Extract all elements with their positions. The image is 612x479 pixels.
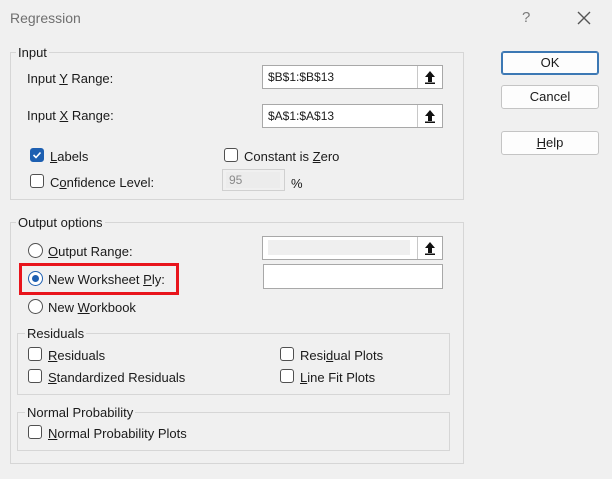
output-options-label: Output options <box>16 215 105 230</box>
line-fit-plots-label: Line Fit Plots <box>300 370 376 385</box>
residuals-label: Residuals <box>48 348 106 363</box>
input-x-range-value: $A$1:$A$13 <box>268 109 335 123</box>
labels-label: Labels <box>50 149 89 164</box>
new-worksheet-ply-label: New Worksheet Ply: <box>48 272 165 287</box>
input-y-range-field[interactable]: $B$1:$B$13 <box>262 65 443 89</box>
ok-button[interactable]: OK <box>501 51 599 75</box>
normal-probability-group-label: Normal Probability <box>25 405 136 420</box>
input-x-range-label: Input X Range: <box>27 108 114 123</box>
confidence-level-value: 95 <box>229 173 243 187</box>
input-x-range-field[interactable]: $A$1:$A$13 <box>262 104 443 128</box>
confidence-level-input[interactable]: 95 <box>222 169 285 191</box>
confidence-level-unit: % <box>291 176 303 191</box>
residual-plots-checkbox[interactable] <box>280 347 294 361</box>
residuals-group <box>17 333 450 395</box>
line-fit-plots-checkbox[interactable] <box>280 369 294 383</box>
input-group-label: Input <box>16 45 49 60</box>
confidence-level-value-box: 95 <box>226 172 280 188</box>
close-icon[interactable] <box>574 8 594 28</box>
upload-arrow-icon <box>425 71 435 84</box>
output-range-field[interactable] <box>262 236 443 260</box>
help-question-icon[interactable]: ? <box>522 9 530 26</box>
window-title: Regression <box>10 10 81 26</box>
input-y-range-collapse-button[interactable] <box>417 66 442 88</box>
new-workbook-label: New Workbook <box>48 300 136 315</box>
output-range-collapse-button[interactable] <box>417 237 442 259</box>
output-range-radio[interactable] <box>28 243 43 258</box>
standardized-residuals-label: Standardized Residuals <box>48 370 186 385</box>
checkmark-icon <box>32 151 42 159</box>
output-range-value-box <box>268 240 410 255</box>
input-x-range-collapse-button[interactable] <box>417 105 442 127</box>
input-y-range-label: Input Y Range: <box>27 71 114 86</box>
new-worksheet-ply-radio[interactable] <box>28 271 43 286</box>
constant-zero-label: Constant is Zero <box>244 149 340 164</box>
output-range-label: Output Range: <box>48 244 133 259</box>
help-button[interactable]: Help <box>501 131 599 155</box>
residuals-group-label: Residuals <box>25 326 87 341</box>
residual-plots-label: Residual Plots <box>300 348 384 363</box>
normal-probability-plots-checkbox[interactable] <box>28 425 42 439</box>
new-worksheet-ply-field[interactable] <box>263 264 443 289</box>
constant-zero-checkbox[interactable] <box>224 148 238 162</box>
cancel-button[interactable]: Cancel <box>501 85 599 109</box>
normal-probability-plots-label: Normal Probability Plots <box>48 426 187 441</box>
confidence-level-checkbox[interactable] <box>30 174 44 188</box>
standardized-residuals-checkbox[interactable] <box>28 369 42 383</box>
upload-arrow-icon <box>425 242 435 255</box>
residuals-checkbox[interactable] <box>28 347 42 361</box>
new-workbook-radio[interactable] <box>28 299 43 314</box>
confidence-level-label: Confidence Level: <box>50 175 155 190</box>
input-y-range-value: $B$1:$B$13 <box>268 70 335 84</box>
upload-arrow-icon <box>425 110 435 123</box>
labels-checkbox[interactable] <box>30 148 44 162</box>
